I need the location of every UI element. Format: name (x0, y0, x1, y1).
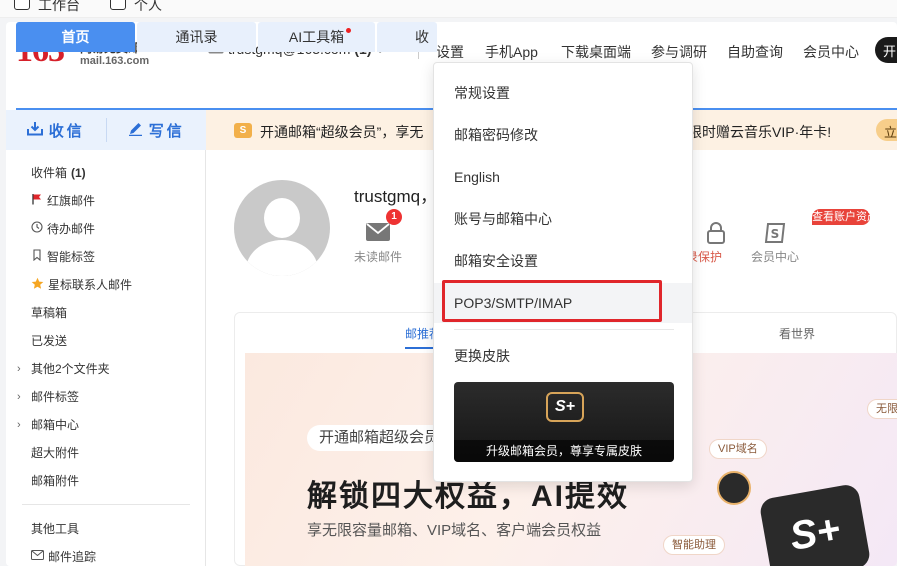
other-tools-heading: 其他工具 (31, 522, 80, 536)
ai-assistant-tag: 智能助理 (663, 535, 725, 555)
tab-ai-toolbox[interactable]: AI工具箱 (258, 22, 375, 52)
avatar-body (246, 240, 318, 276)
skin-promo[interactable]: S+ 升级邮箱会员，尊享专属皮肤 (454, 382, 674, 462)
folder-smart-tags[interactable]: 智能标签 (31, 248, 95, 265)
star-icon (31, 277, 44, 293)
flagged-label: 红旗邮件 (47, 194, 96, 208)
logo-domain: mail.163.com (80, 55, 150, 67)
unread-label: 未读邮件 (353, 250, 402, 264)
inbox-count: (1) (71, 165, 86, 180)
personal-label: 个人 (134, 0, 162, 13)
folder-mail-tags[interactable]: › 邮件标签 (17, 388, 80, 405)
tab-contacts[interactable]: 通讯录 (137, 22, 256, 52)
menu-general-settings[interactable]: 常规设置 (434, 73, 692, 113)
folder-flagged[interactable]: 红旗邮件 (31, 192, 95, 209)
mail-center-label: 邮箱中心 (31, 418, 80, 432)
banner-go-button[interactable]: 立 (876, 119, 897, 141)
avatar[interactable] (234, 180, 330, 276)
nav-settings[interactable]: 设置 (436, 42, 464, 62)
bookmark-icon (31, 249, 43, 264)
open-vip-button[interactable]: 开 (875, 37, 897, 63)
other-folders-label: 其他2个文件夹 (31, 362, 110, 376)
mail-tags-label: 邮件标签 (31, 390, 80, 404)
red-flag-icon (31, 193, 43, 208)
tab-ai-toolbox-label: AI工具箱 (288, 29, 345, 45)
todo-label: 待办邮件 (47, 222, 96, 236)
compose-row: 收信 写信 (6, 110, 206, 150)
mail-tracking-icon (31, 549, 44, 564)
receive-button[interactable]: 收信 (6, 110, 106, 150)
folder-mail-attachments[interactable]: 邮箱附件 (31, 472, 79, 489)
tab-home[interactable]: 首页 (16, 22, 135, 52)
nav-self-service[interactable]: 自助查询 (727, 42, 783, 62)
settings-dropdown: 常规设置 邮箱密码修改 English 账号与邮箱中心 邮箱安全设置 POP3/… (433, 62, 693, 482)
inbox-label: 收件箱 (31, 166, 68, 180)
member-center-label: 会员中心 (750, 250, 799, 264)
member-center-stat[interactable]: S 会员中心 (750, 222, 800, 265)
sidebar-divider (22, 504, 190, 505)
nav-mobile-app[interactable]: 手机App (485, 42, 538, 62)
view-assets-badge[interactable]: 查看账户资产 (812, 209, 878, 225)
smart-tags-label: 智能标签 (47, 250, 96, 264)
super-member-icon: S (234, 123, 252, 138)
folder-large-attachments[interactable]: 超大附件 (31, 444, 79, 461)
nav-survey[interactable]: 参与调研 (651, 42, 707, 62)
write-label: 写信 (148, 122, 185, 140)
tool-mail-tracking[interactable]: 邮件追踪 (31, 548, 96, 565)
folder-sent[interactable]: 已发送 (31, 332, 67, 349)
skin-splus-logo: S+ (546, 392, 584, 422)
folder-other-folders[interactable]: › 其他2个文件夹 (17, 360, 110, 377)
chevron-right-icon: › (17, 362, 21, 375)
workbench-checkbox[interactable] (14, 0, 30, 10)
menu-password-change[interactable]: 邮箱密码修改 (434, 115, 692, 155)
envelope-icon (352, 222, 404, 248)
left-sidebar: 收信 写信 收件箱 (1) 红旗邮件 待办邮件 智能标签 星标联系人邮件 草稿箱… (6, 110, 206, 566)
unlimited-tag: 无限容 (867, 399, 897, 419)
unread-badge: 1 (386, 209, 402, 225)
splus-logo: S+ (758, 482, 872, 566)
receive-label: 收信 (48, 122, 85, 140)
nav-desktop-download[interactable]: 下载桌面端 (561, 42, 631, 62)
mail-tracking-label: 邮件追踪 (48, 550, 97, 564)
member-s-icon: S (750, 222, 800, 248)
nav-member-center[interactable]: 会员中心 (803, 42, 859, 62)
unread-mail-stat[interactable]: 未读邮件 (352, 222, 404, 265)
tab-see-world[interactable]: 看世界 (779, 325, 815, 342)
menu-account-center[interactable]: 账号与邮箱中心 (434, 199, 692, 239)
menu-change-skin[interactable]: 更换皮肤 (434, 336, 692, 376)
workbench-label: 工作台 (38, 0, 80, 13)
avatar-head (264, 198, 300, 238)
starred-contacts-label: 星标联系人邮件 (48, 278, 133, 292)
folder-starred-contacts[interactable]: 星标联系人邮件 (31, 276, 132, 293)
profile-name: trustgmq， (354, 187, 438, 206)
mail-app: 163 网易免费邮 mail.163.com trustgmq@163.com … (6, 22, 897, 566)
svg-text:S: S (771, 227, 780, 241)
skin-caption: 升级邮箱会员，尊享专属皮肤 (454, 440, 674, 462)
clock-icon (31, 221, 43, 236)
pencil-icon (128, 121, 143, 140)
vip-domain-tag: VIP域名 (709, 439, 767, 459)
new-dot-icon (346, 28, 351, 33)
write-button[interactable]: 写信 (107, 110, 207, 150)
banner-text-left: 开通邮箱“超级会员”，享无 (260, 124, 424, 140)
top-strip: 工作台 个人 (0, 0, 897, 18)
tab-inbox[interactable]: 收 (377, 22, 437, 52)
personal-checkbox[interactable] (110, 0, 126, 10)
promo-pill: 开通邮箱超级会员 (307, 425, 452, 451)
highlight-box (442, 280, 662, 322)
folder-drafts[interactable]: 草稿箱 (31, 304, 67, 321)
folder-mail-center[interactable]: › 邮箱中心 (17, 416, 80, 433)
menu-security-settings[interactable]: 邮箱安全设置 (434, 241, 692, 281)
menu-english[interactable]: English (434, 157, 692, 197)
chevron-right-icon: › (17, 390, 21, 403)
folder-inbox[interactable]: 收件箱 (1) (31, 164, 86, 181)
menu-divider (454, 329, 674, 330)
chevron-right-icon: › (17, 418, 21, 431)
folder-todo[interactable]: 待办邮件 (31, 220, 95, 237)
vip-coin-icon (717, 471, 751, 505)
promo-subline: 享无限容量邮箱、VIP域名、客户端会员权益 (307, 522, 602, 539)
inbox-download-icon (26, 121, 43, 140)
